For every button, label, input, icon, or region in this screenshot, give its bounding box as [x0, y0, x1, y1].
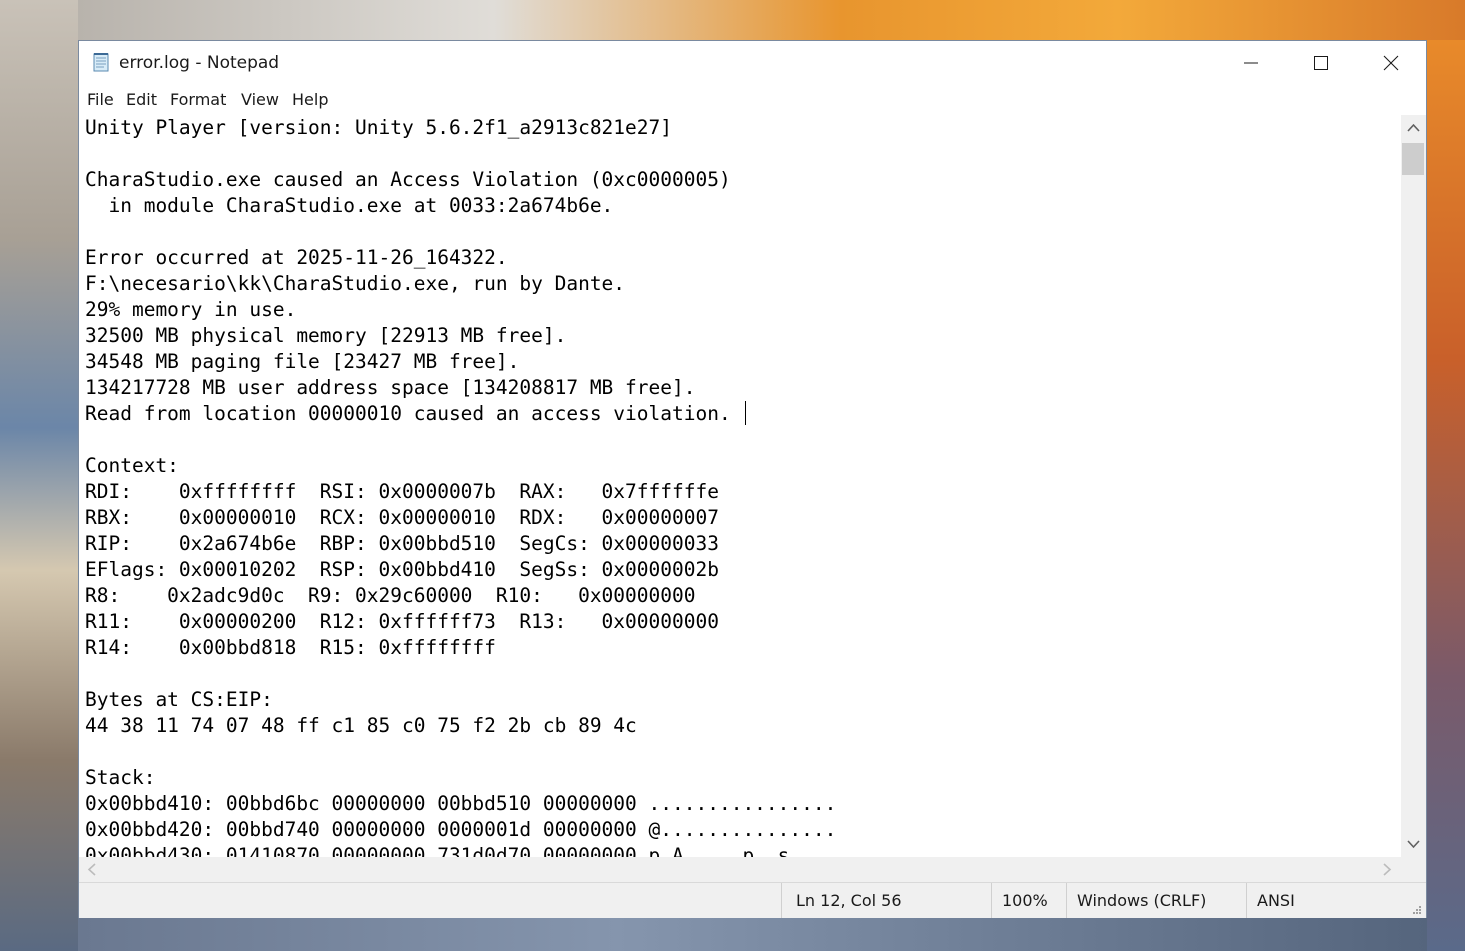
scroll-left-arrow-icon[interactable] [87, 863, 97, 876]
desktop-background-left [0, 0, 78, 951]
notepad-window: error.log - Notepad File Edit Format Vie… [78, 40, 1427, 918]
status-line-ending: Windows (CRLF) [1066, 883, 1246, 918]
maximize-button[interactable] [1286, 41, 1356, 85]
menu-edit[interactable]: Edit [126, 90, 157, 110]
desktop-background-top [78, 0, 1465, 40]
horizontal-scrollbar[interactable] [79, 857, 1401, 882]
minimize-button[interactable] [1216, 41, 1286, 85]
vertical-scrollbar[interactable] [1401, 115, 1426, 857]
scroll-down-arrow-icon[interactable] [1407, 839, 1420, 849]
desktop-background-bottom [78, 918, 1427, 951]
maximize-icon [1314, 56, 1328, 70]
desktop-background-right [1427, 40, 1465, 951]
scroll-right-arrow-icon[interactable] [1382, 863, 1392, 876]
menu-bar: File Edit Format View Help [79, 85, 1426, 115]
close-button[interactable] [1356, 41, 1426, 85]
status-cursor-position: Ln 12, Col 56 [781, 883, 991, 918]
resize-grip-icon[interactable] [1412, 905, 1422, 915]
status-encoding: ANSI [1246, 883, 1426, 918]
notepad-app-icon[interactable] [91, 52, 111, 72]
minimize-icon [1244, 62, 1258, 64]
status-bar: Ln 12, Col 56 100% Windows (CRLF) ANSI [79, 882, 1426, 918]
editor-content[interactable]: Unity Player [version: Unity 5.6.2f1_a29… [85, 115, 836, 857]
menu-file[interactable]: File [87, 90, 114, 110]
window-title: error.log - Notepad [119, 53, 280, 73]
vertical-scroll-thumb[interactable] [1402, 143, 1424, 175]
close-icon [1383, 55, 1399, 71]
menu-view[interactable]: View [241, 90, 279, 110]
title-bar[interactable]: error.log - Notepad [79, 41, 1426, 85]
status-zoom: 100% [991, 883, 1066, 918]
text-editor[interactable]: Unity Player [version: Unity 5.6.2f1_a29… [79, 115, 1401, 857]
scrollbar-corner [1401, 857, 1426, 882]
text-caret [745, 401, 746, 425]
menu-format[interactable]: Format [170, 90, 226, 110]
menu-help[interactable]: Help [292, 90, 328, 110]
scroll-up-arrow-icon[interactable] [1407, 123, 1420, 133]
